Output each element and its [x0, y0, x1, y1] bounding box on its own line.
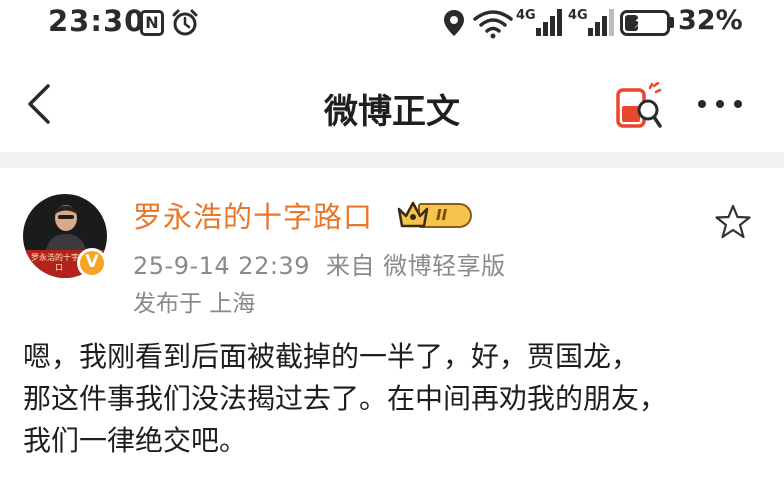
- post-timestamp: 25-9-14 22:39: [133, 252, 310, 280]
- post-content-line: 那这件事我们没法揭过去了。在中间再劝我的朋友，: [23, 382, 668, 415]
- signal-icon: 4G: [568, 8, 614, 36]
- red-packet-icon[interactable]: [612, 82, 664, 134]
- more-icon[interactable]: [694, 94, 746, 114]
- location-icon: [444, 10, 464, 36]
- status-time: 23:30: [48, 4, 146, 38]
- section-divider: [0, 152, 784, 168]
- star-icon[interactable]: [714, 204, 752, 240]
- alarm-icon: [172, 9, 198, 36]
- nfc-icon: N: [140, 10, 164, 36]
- charging-icon: ⚡: [633, 12, 646, 33]
- username[interactable]: 罗永浩的十字路口: [133, 194, 373, 236]
- status-bar: 23:30 N 4G 4G ⚡ 32%: [0, 0, 784, 52]
- post-source[interactable]: 来自 微博轻享版: [326, 252, 506, 280]
- post-content-line: 嗯，我刚看到后面被截掉的一半了，好，贾国龙，: [23, 340, 640, 373]
- page-title: 微博正文: [324, 92, 460, 132]
- battery-tip: [670, 17, 674, 28]
- battery-percent: 32%: [678, 5, 743, 36]
- post-meta: 25-9-14 22:39 来自 微博轻享版: [133, 246, 506, 281]
- network-type-label: 4G: [516, 8, 536, 23]
- post-content-line: 我们一律绝交吧。: [23, 424, 248, 457]
- wifi-icon: [473, 10, 513, 39]
- network-type-label: 4G: [568, 8, 588, 23]
- battery-icon: ⚡: [620, 10, 670, 36]
- verified-badge-icon: V: [77, 248, 107, 278]
- avatar-person-image: [45, 205, 87, 256]
- signal-icon: 4G: [516, 8, 562, 36]
- post-content: 嗯，我刚看到后面被截掉的一半了，好，贾国龙， 那这件事我们没法揭过去了。在中间再…: [23, 336, 775, 462]
- post-location: 发布于 上海: [133, 291, 256, 317]
- crown-icon: [397, 201, 429, 228]
- nav-bar: 微博正文: [0, 60, 784, 152]
